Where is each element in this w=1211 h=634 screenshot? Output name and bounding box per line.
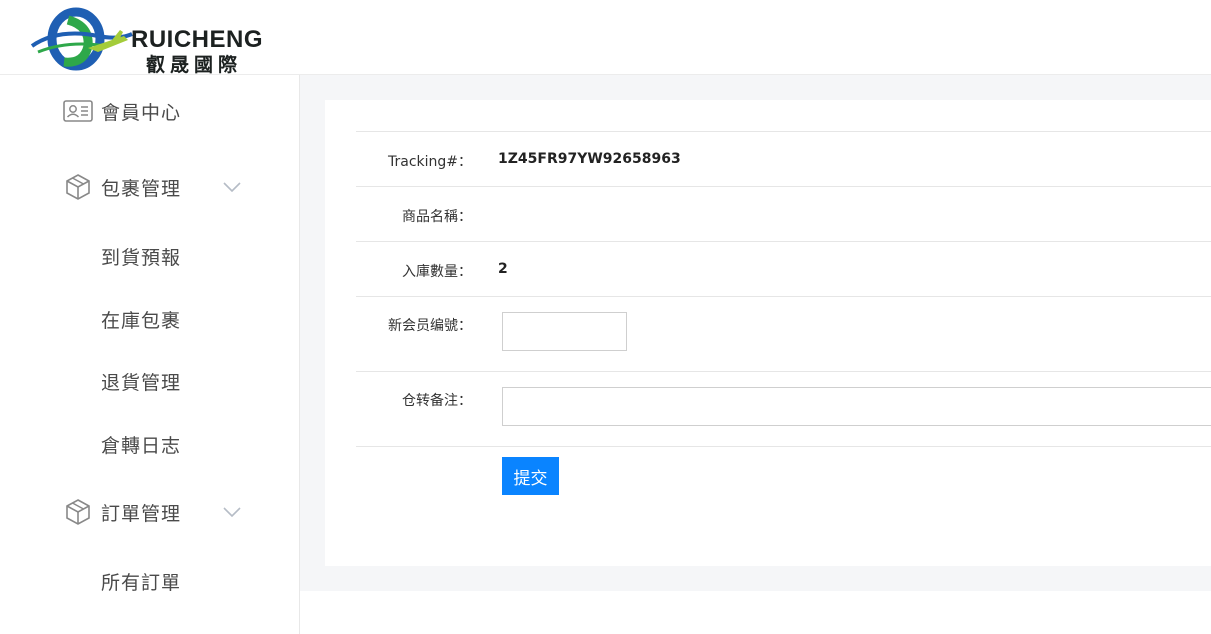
quantity-label: 入庫數量： (402, 264, 472, 280)
new-member-id-input[interactable] (502, 312, 627, 351)
form-row-new-member-id: 新会员编號： (356, 296, 1211, 371)
form-row-product-name: 商品名稱： (356, 186, 1211, 241)
sidebar-subitem-label: 所有訂單 (101, 571, 182, 594)
tracking-label: Tracking#： (387, 154, 472, 170)
transfer-form-panel: Tracking#： 1Z45FR97YW92658963 商品名稱： 入庫數量… (325, 100, 1211, 566)
form-divider (356, 446, 1211, 447)
sidebar-item-package-management[interactable]: 包裹管理 (0, 167, 299, 207)
submit-button[interactable]: 提交 (502, 457, 559, 495)
sidebar-subitem-arrival-forecast[interactable]: 到貨預報 (0, 236, 299, 276)
logo-globe-icon (30, 7, 133, 71)
form-row-tracking: Tracking#： 1Z45FR97YW92658963 (356, 131, 1211, 186)
chevron-down-icon[interactable] (222, 177, 242, 197)
sidebar-item-member-center[interactable]: 會員中心 (0, 91, 299, 131)
sidebar-item-label: 訂單管理 (101, 502, 182, 525)
sidebar-subitem-in-stock-packages[interactable]: 在庫包裹 (0, 299, 299, 339)
sidebar-subitem-label: 在庫包裹 (101, 309, 182, 332)
quantity-value: 2 (498, 261, 508, 277)
form-row-transfer-note: 仓转备注： (356, 371, 1211, 446)
sidebar-nav: 會員中心 包裹管理 到貨預報 在庫包裹 退貨管理 倉轉日志 訂單管理 所有訂單 (0, 75, 300, 634)
content-footer (300, 591, 1211, 634)
main-content: Tracking#： 1Z45FR97YW92658963 商品名稱： 入庫數量… (300, 75, 1211, 591)
new-member-id-label: 新会员编號： (388, 318, 472, 334)
transfer-note-input[interactable] (502, 387, 1211, 426)
package-icon (62, 498, 94, 526)
brand-name-cn: 叡晟國際 (146, 54, 243, 76)
product-name-label: 商品名稱： (402, 209, 472, 225)
form-row-quantity: 入庫數量： 2 (356, 241, 1211, 296)
sidebar-subitem-label: 倉轉日志 (101, 434, 182, 457)
id-card-icon (62, 97, 94, 125)
app-header: RUICHENG 叡晟國際 (0, 0, 1211, 76)
sidebar-subitem-return-management[interactable]: 退貨管理 (0, 361, 299, 401)
brand-logo[interactable]: RUICHENG 叡晟國際 (28, 6, 278, 76)
sidebar-item-label: 會員中心 (101, 101, 182, 124)
sidebar-item-label: 包裹管理 (101, 177, 182, 200)
sidebar-subitem-label: 到貨預報 (101, 246, 182, 269)
transfer-note-label: 仓转备注： (402, 393, 472, 409)
chevron-down-icon[interactable] (222, 502, 242, 522)
sidebar-subitem-transfer-log[interactable]: 倉轉日志 (0, 424, 299, 464)
package-icon (62, 173, 94, 201)
tracking-value: 1Z45FR97YW92658963 (498, 151, 681, 167)
sidebar-item-order-management[interactable]: 訂單管理 (0, 492, 299, 532)
sidebar-subitem-label: 退貨管理 (101, 371, 182, 394)
sidebar-subitem-all-orders[interactable]: 所有訂單 (0, 561, 299, 601)
